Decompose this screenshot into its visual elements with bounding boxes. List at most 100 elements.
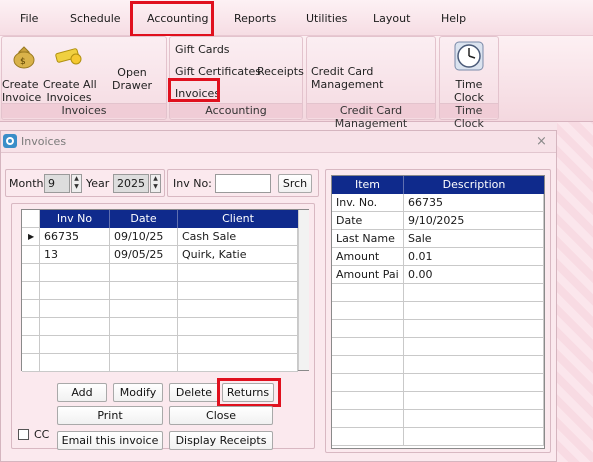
table-cell[interactable]: 13 — [40, 246, 110, 264]
spin-down-icon[interactable]: ▼ — [72, 183, 81, 191]
spin-down-icon[interactable]: ▼ — [151, 183, 160, 191]
col-inv-no[interactable]: Inv No — [40, 210, 110, 228]
year-spinner[interactable]: ▲ ▼ — [150, 174, 161, 193]
app-icon — [3, 134, 17, 148]
detail-cell: 0.00 — [404, 266, 544, 284]
empty-cell[interactable] — [40, 354, 110, 372]
empty-cell — [332, 374, 404, 392]
detail-cell: Date — [332, 212, 404, 230]
open-drawer-label: Open Drawer — [111, 66, 153, 92]
row-selector[interactable] — [22, 264, 40, 282]
row-selector[interactable] — [22, 318, 40, 336]
col-item[interactable]: Item — [332, 176, 404, 194]
clock-icon — [454, 41, 484, 71]
empty-cell — [404, 302, 544, 320]
create-all-invoices-button[interactable]: Create All Invoices — [43, 78, 97, 104]
background-pane — [557, 122, 593, 462]
col-client[interactable]: Client — [178, 210, 298, 228]
empty-cell[interactable] — [110, 264, 178, 282]
menu-layout[interactable]: Layout — [373, 12, 410, 25]
table-cell[interactable]: 66735 — [40, 228, 110, 246]
grid-scrollbar[interactable] — [298, 210, 309, 370]
empty-cell — [332, 356, 404, 374]
invoices-group-label: Invoices — [2, 103, 166, 118]
time-clock-button[interactable]: Time Clock — [440, 78, 498, 104]
spin-up-icon[interactable]: ▲ — [72, 175, 81, 183]
empty-cell[interactable] — [178, 264, 298, 282]
accounting-group-label: Accounting — [170, 103, 302, 118]
empty-cell[interactable] — [110, 300, 178, 318]
detail-cell: Amount — [332, 248, 404, 266]
credit-card-group-label: Credit Card Management — [307, 103, 435, 130]
col-date[interactable]: Date — [110, 210, 178, 228]
modify-button[interactable]: Modify — [113, 383, 163, 402]
ribbon-group-time-clock: Time Clock Time Clock — [439, 36, 499, 130]
receipts-button[interactable]: Receipts — [257, 65, 304, 78]
create-invoice-button[interactable]: Create Invoice — [2, 78, 41, 104]
empty-cell[interactable] — [40, 318, 110, 336]
table-cell[interactable]: 09/10/25 — [110, 228, 178, 246]
empty-cell — [332, 428, 404, 446]
spin-up-icon[interactable]: ▲ — [151, 175, 160, 183]
menu-bar: File Schedule Accounting Reports Utiliti… — [0, 0, 593, 37]
month-field[interactable]: 9 — [44, 174, 70, 193]
col-description[interactable]: Description — [404, 176, 544, 194]
detail-cell: Last Name — [332, 230, 404, 248]
row-selector[interactable] — [22, 246, 40, 264]
time-clock-group-label: Time Clock — [440, 103, 498, 130]
empty-cell[interactable] — [178, 354, 298, 372]
empty-cell[interactable] — [178, 300, 298, 318]
empty-cell — [404, 392, 544, 410]
empty-cell[interactable] — [110, 336, 178, 354]
menu-help[interactable]: Help — [441, 12, 466, 25]
table-cell[interactable]: Quirk, Katie — [178, 246, 298, 264]
inv-no-label: Inv No: — [173, 177, 212, 190]
empty-cell — [404, 284, 544, 302]
empty-cell[interactable] — [40, 300, 110, 318]
ribbon-group-credit-card: Credit Card Management Credit Card Manag… — [306, 36, 436, 130]
display-receipts-button[interactable]: Display Receipts — [169, 431, 273, 450]
empty-cell[interactable] — [178, 318, 298, 336]
empty-cell — [404, 374, 544, 392]
empty-cell — [404, 428, 544, 446]
empty-cell — [332, 392, 404, 410]
menu-utilities[interactable]: Utilities — [306, 12, 347, 25]
row-selector[interactable] — [22, 300, 40, 318]
table-cell[interactable]: Cash Sale — [178, 228, 298, 246]
delete-button[interactable]: Delete — [169, 383, 219, 402]
empty-cell[interactable] — [110, 354, 178, 372]
print-button[interactable]: Print — [57, 406, 163, 425]
empty-cell[interactable] — [40, 264, 110, 282]
month-spinner[interactable]: ▲ ▼ — [71, 174, 82, 193]
empty-cell[interactable] — [178, 336, 298, 354]
search-button[interactable]: Srch — [278, 174, 312, 193]
menu-file[interactable]: File — [20, 12, 38, 25]
window-close-button[interactable]: × — [536, 134, 547, 149]
row-selector[interactable]: ▶ — [22, 228, 40, 246]
gift-cards-button[interactable]: Gift Cards — [175, 43, 230, 56]
cc-checkbox[interactable] — [18, 429, 29, 440]
empty-cell[interactable] — [110, 318, 178, 336]
table-cell[interactable]: 09/05/25 — [110, 246, 178, 264]
add-button[interactable]: Add — [57, 383, 107, 402]
inv-no-input[interactable] — [215, 174, 271, 193]
row-selector[interactable] — [22, 282, 40, 300]
empty-cell[interactable] — [110, 282, 178, 300]
open-drawer-button[interactable]: Open Drawer — [97, 66, 167, 92]
row-selector[interactable] — [22, 354, 40, 372]
detail-cell: Sale — [404, 230, 544, 248]
credit-card-management-button[interactable]: Credit Card Management — [311, 65, 435, 91]
empty-cell[interactable] — [40, 282, 110, 300]
empty-cell — [404, 320, 544, 338]
gift-certificates-button[interactable]: Gift Certificates — [175, 65, 261, 78]
empty-cell — [404, 338, 544, 356]
empty-cell — [404, 356, 544, 374]
empty-cell[interactable] — [40, 336, 110, 354]
empty-cell[interactable] — [178, 282, 298, 300]
menu-reports[interactable]: Reports — [234, 12, 276, 25]
year-field[interactable]: 2025 — [113, 174, 149, 193]
close-button[interactable]: Close — [169, 406, 273, 425]
row-selector[interactable] — [22, 336, 40, 354]
menu-schedule[interactable]: Schedule — [70, 12, 121, 25]
email-invoice-button[interactable]: Email this invoice — [57, 431, 163, 450]
